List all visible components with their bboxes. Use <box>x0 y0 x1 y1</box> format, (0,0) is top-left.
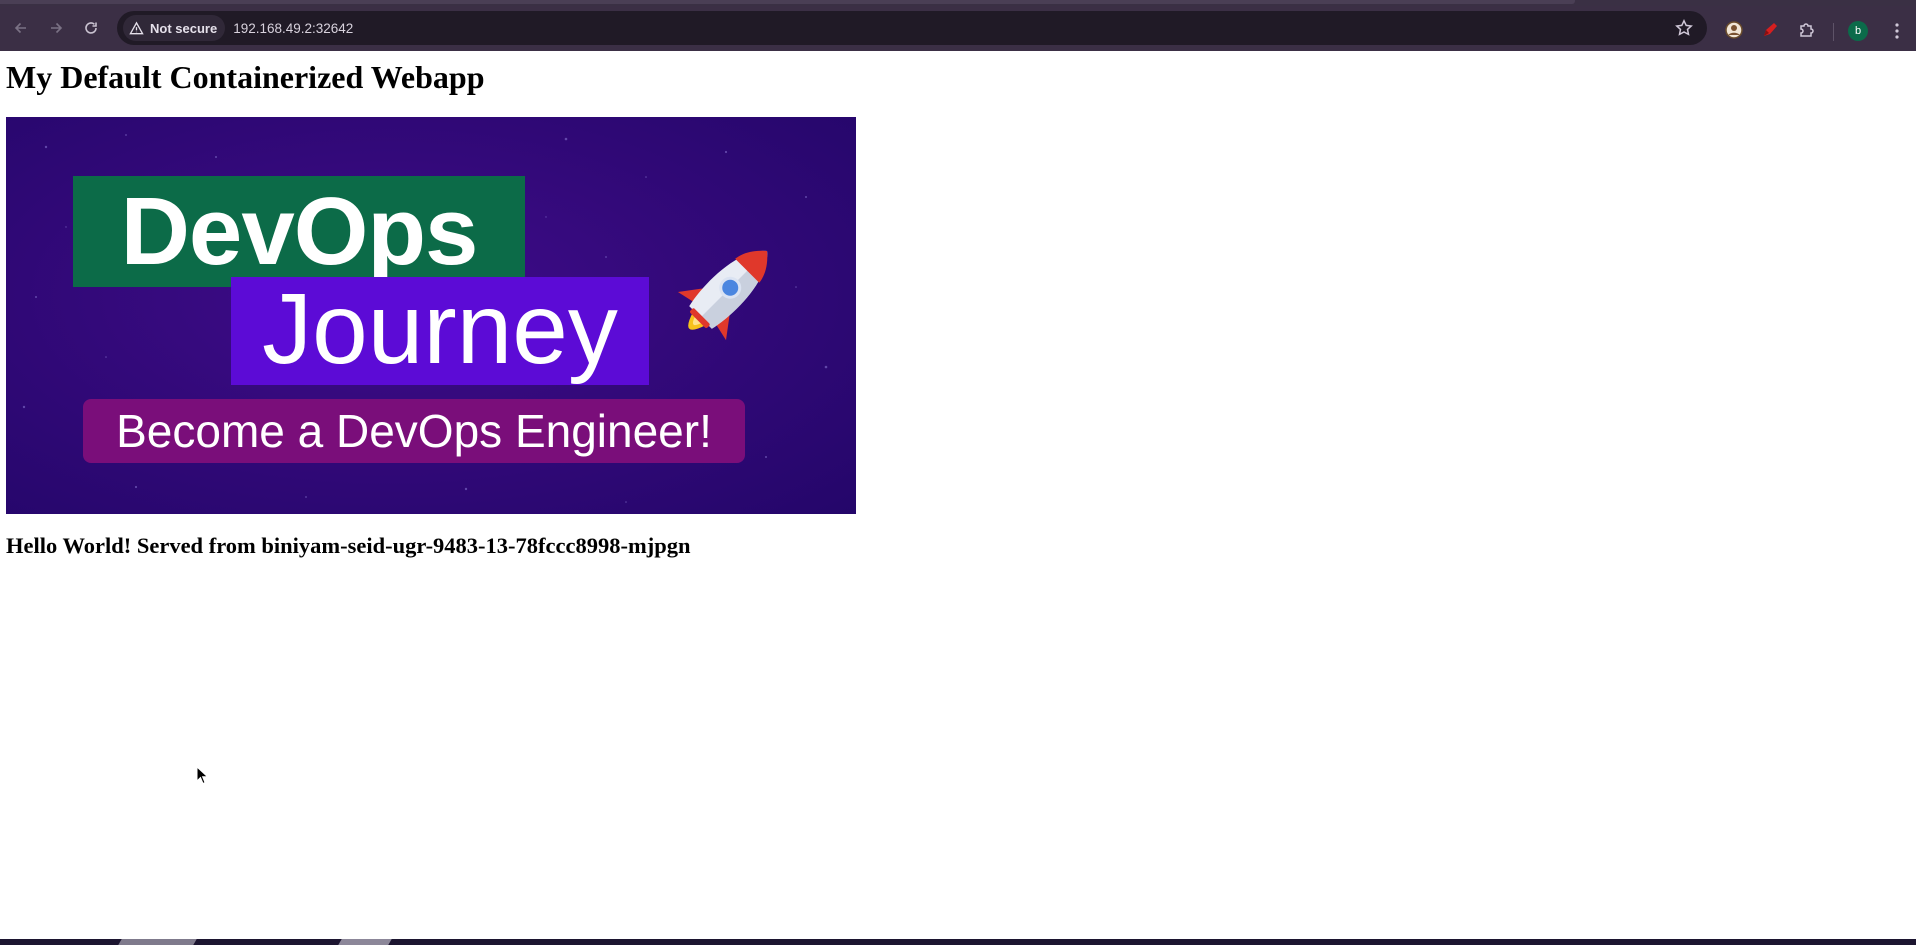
banner-line-journey: Journey <box>262 273 618 385</box>
url-text[interactable]: 192.168.49.2:32642 <box>233 21 353 36</box>
back-button[interactable] <box>6 13 36 43</box>
security-indicator[interactable]: Not secure <box>123 15 226 41</box>
reload-button[interactable] <box>76 13 106 43</box>
forward-button[interactable] <box>41 13 71 43</box>
arrow-left-icon <box>14 22 26 34</box>
arrow-right-icon <box>51 22 63 34</box>
browser-toolbar: Not secure 192.168.49.2:32642 b <box>0 6 1916 51</box>
reload-icon <box>85 22 97 34</box>
profile-avatar[interactable]: b <box>1848 21 1868 41</box>
mouse-pointer-icon <box>196 766 209 785</box>
extension-pen-icon[interactable] <box>1760 20 1780 40</box>
hello-message: Hello World! Served from biniyam-seid-ug… <box>6 533 691 558</box>
banner-tagline: Become a DevOps Engineer! <box>116 405 712 457</box>
extension-avatar-icon[interactable] <box>1724 20 1744 40</box>
active-tab-indicator <box>0 0 1575 4</box>
page-viewport: My Default Containerized Webapp DevOps J… <box>0 51 1916 939</box>
page-title: My Default Containerized Webapp <box>6 59 485 95</box>
security-label: Not secure <box>150 20 218 36</box>
star-icon[interactable] <box>1675 19 1693 37</box>
address-bar[interactable]: Not secure 192.168.49.2:32642 <box>117 11 1707 45</box>
devops-journey-banner: DevOps Journey Become a DevOps Engineer! <box>6 117 856 514</box>
desktop-taskbar-edge <box>0 939 1916 945</box>
warning-triangle-icon <box>129 21 144 34</box>
toolbar-divider <box>1833 23 1834 41</box>
kebab-menu-icon[interactable] <box>1889 22 1905 40</box>
taskbar-highlight <box>338 939 392 945</box>
puzzle-icon[interactable] <box>1797 20 1817 40</box>
taskbar-highlight <box>118 939 197 945</box>
rocket-icon <box>677 250 768 341</box>
